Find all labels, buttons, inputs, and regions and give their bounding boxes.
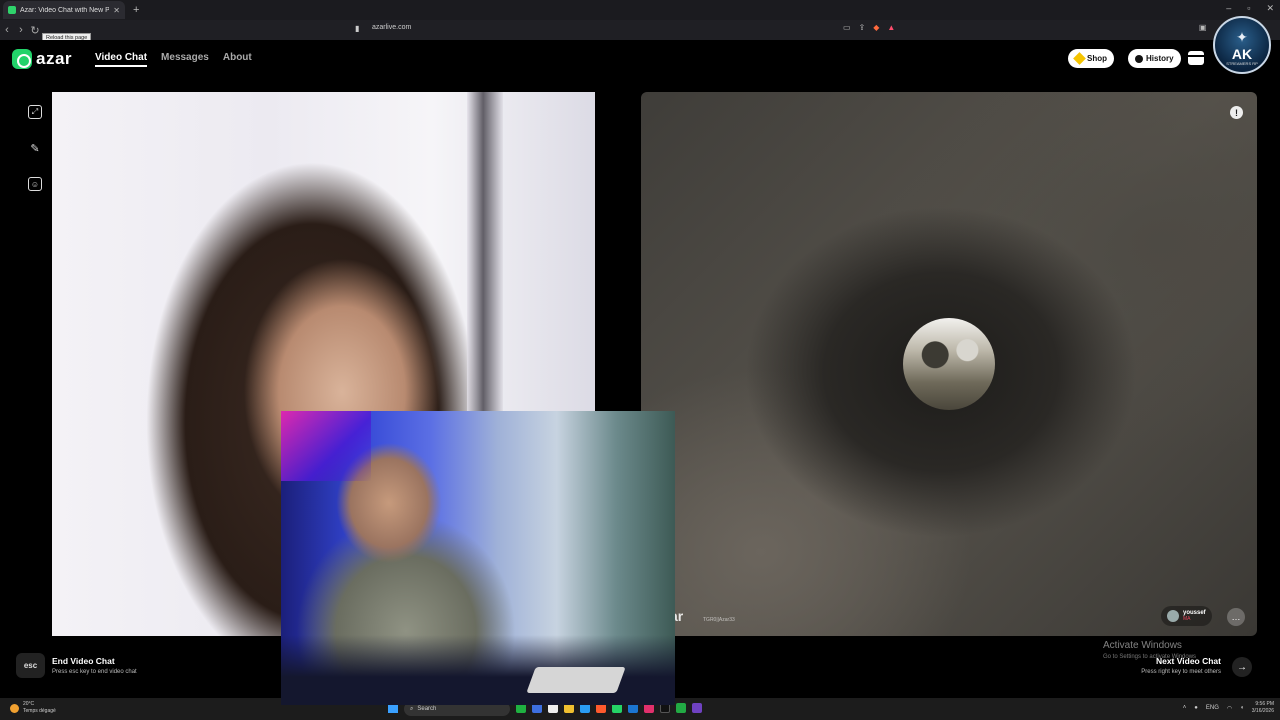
tab-title: Azar: Video Chat with New People <box>20 6 110 14</box>
watermark-id: TGR0||Azar33 <box>703 617 735 623</box>
weather-desc: Temps dégagé <box>23 708 56 714</box>
end-chat-hint: Press esc key to end video chat <box>52 669 137 675</box>
peer-info[interactable]: youssef MA <box>1161 606 1212 626</box>
nav-video-chat[interactable]: Video Chat <box>95 52 148 67</box>
streamer-webcam <box>281 411 675 705</box>
weather-temp: 20°C <box>23 701 35 707</box>
sticker-icon[interactable]: ☺ <box>28 177 42 191</box>
search-label: Search <box>417 706 437 712</box>
wifi-icon[interactable]: ◠ <box>1227 705 1232 712</box>
next-chat-hint: Press right key to meet others <box>1141 669 1221 675</box>
history-button[interactable]: History <box>1128 49 1181 68</box>
share-icon[interactable]: ⇪ <box>859 23 866 32</box>
clock[interactable]: 9:56 PM 3/16/2026 <box>1252 701 1274 715</box>
weather-widget[interactable]: 20°C Temps dégagé <box>10 701 56 715</box>
neon-light <box>281 411 371 481</box>
address-url[interactable]: azarlive.com <box>372 24 411 31</box>
brave-shield-icon[interactable]: ◆ <box>873 23 879 32</box>
badge-sub: STREAMERS RP <box>1226 61 1258 66</box>
history-label: History <box>1146 54 1174 63</box>
azar-header: azar Video Chat Messages About Shop Hist… <box>0 40 1280 88</box>
peer-avatar <box>1167 610 1179 622</box>
browser-tabbar: Azar: Video Chat with New People ✕ + – ▫… <box>0 0 1280 20</box>
cast-icon[interactable]: ▭ <box>843 23 851 32</box>
azar-logo[interactable]: azar <box>12 49 72 69</box>
new-tab-icon[interactable]: + <box>133 4 139 16</box>
bookmark-icon[interactable]: ▮ <box>355 24 359 33</box>
chevron-up-icon[interactable]: ˄ <box>1183 705 1187 711</box>
extensions-icon[interactable]: ▣ <box>1199 23 1207 32</box>
address-actions: ▭ ⇪ ◆ ▲ <box>843 23 895 32</box>
window-controls: – ▫ ✕ <box>1226 3 1274 14</box>
arrow-right-icon[interactable]: → <box>1232 657 1252 677</box>
obs-icon[interactable] <box>692 703 702 713</box>
search-icon: ⌕ <box>410 705 414 712</box>
weather-sun-icon <box>10 703 19 713</box>
logo-text: azar <box>36 49 73 68</box>
remote-video-panel: ! zar TGR0||Azar33 youssef MA … <box>641 92 1257 636</box>
volume-icon[interactable]: ◖ <box>1240 705 1244 711</box>
keyboard <box>526 667 626 693</box>
peer-country: MA <box>1183 616 1191 622</box>
forward-icon[interactable]: › <box>14 24 28 36</box>
app-icon[interactable] <box>676 703 686 713</box>
report-icon[interactable]: ! <box>1230 106 1243 119</box>
browser-toolbar: ‹ › ↻ ▮ azarlive.com ▭ ⇪ ◆ ▲ ▣ ▥ <box>0 20 1280 40</box>
badge-title: AK <box>1231 46 1253 62</box>
browser-tab[interactable]: Azar: Video Chat with New People ✕ <box>3 1 125 19</box>
end-chat-title[interactable]: End Video Chat <box>52 656 115 666</box>
remote-avatar <box>903 318 995 410</box>
chat-icon[interactable]: … <box>1227 608 1245 626</box>
shop-label: Shop <box>1087 54 1107 63</box>
video-tools: ⤢ ✎ ☺ <box>28 105 42 191</box>
close-window-icon[interactable]: ✕ <box>1266 3 1274 14</box>
reload-icon[interactable]: ↻ <box>28 24 42 37</box>
screen: Azar: Video Chat with New People ✕ + – ▫… <box>0 0 1280 720</box>
next-chat-title[interactable]: Next Video Chat <box>1156 656 1221 666</box>
gift-icon[interactable] <box>1188 51 1204 65</box>
azar-favicon-icon <box>8 6 16 14</box>
gem-icon <box>1073 52 1086 65</box>
mic-icon[interactable]: ● <box>1194 705 1198 711</box>
main-nav: Video Chat Messages About <box>95 52 252 67</box>
background-curtain <box>467 92 503 432</box>
azar-logo-icon <box>12 49 32 69</box>
esc-key-badge[interactable]: esc <box>16 653 45 678</box>
clock-icon <box>1135 54 1143 63</box>
system-tray: ˄ ● ENG ◠ ◖ 9:56 PM 3/16/2026 <box>1183 701 1274 715</box>
time: 9:56 PM <box>1255 701 1274 707</box>
minimize-icon[interactable]: – <box>1226 3 1231 14</box>
expand-icon[interactable]: ⤢ <box>28 105 42 119</box>
eagle-icon: ✦ <box>1236 29 1248 45</box>
wand-icon[interactable]: ✎ <box>28 141 42 155</box>
activate-windows-title: Activate Windows <box>1103 640 1182 651</box>
nav-messages[interactable]: Messages <box>161 52 209 67</box>
language-indicator[interactable]: ENG <box>1206 705 1219 711</box>
nav-about[interactable]: About <box>223 52 252 67</box>
rewards-icon[interactable]: ▲ <box>887 23 895 32</box>
streamer-logo-badge: ✦ AK STREAMERS RP <box>1213 16 1271 74</box>
close-tab-icon[interactable]: ✕ <box>113 6 120 15</box>
maximize-icon[interactable]: ▫ <box>1247 3 1250 14</box>
back-icon[interactable]: ‹ <box>0 24 14 36</box>
date: 3/16/2026 <box>1251 708 1274 714</box>
shop-button[interactable]: Shop <box>1068 49 1114 68</box>
